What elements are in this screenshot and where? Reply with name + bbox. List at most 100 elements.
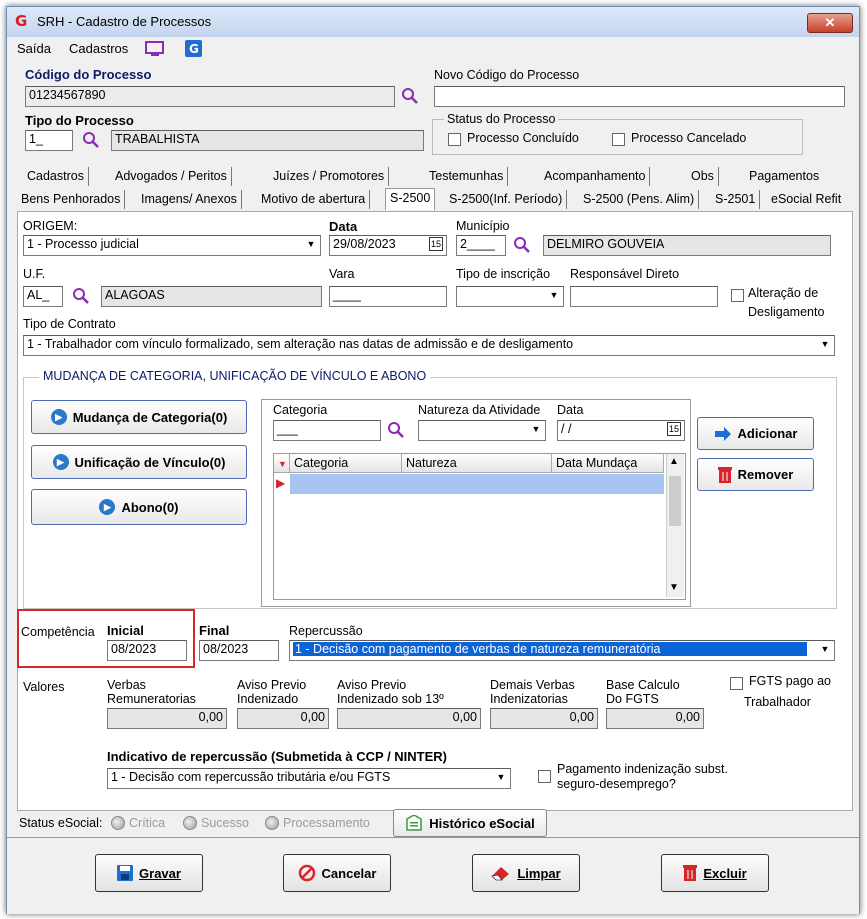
arrow-right-icon bbox=[714, 426, 731, 441]
tab-s2500-pens-alim[interactable]: S-2500 (Pens. Alim) bbox=[579, 190, 700, 209]
natureza-label: Natureza da Atividade bbox=[418, 403, 541, 417]
chevron-down-icon: ▼ bbox=[496, 772, 506, 782]
limpar-button[interactable]: Limpar bbox=[472, 854, 580, 892]
tab-acompanhamento[interactable]: Acompanhamento bbox=[540, 167, 651, 186]
data-field[interactable]: 29/08/2023 15 bbox=[329, 235, 447, 256]
tab-cadastros[interactable]: Cadastros bbox=[23, 167, 89, 186]
uf-desc-field: ALAGOAS bbox=[101, 286, 322, 307]
unificacao-vinculo-button[interactable]: ▶ Unificação de Vínculo(0) bbox=[31, 445, 247, 479]
tab-row-2: Bens Penhorados Imagens/ Anexos Motivo d… bbox=[17, 188, 853, 210]
codigo-field[interactable]: 01234567890 bbox=[25, 86, 395, 107]
indicativo-select[interactable]: 1 - Decisão com repercussão tributária e… bbox=[107, 768, 511, 789]
valores-label: Valores bbox=[23, 680, 65, 694]
tab-bens-penhorados[interactable]: Bens Penhorados bbox=[17, 190, 126, 209]
close-button[interactable]: ✕ bbox=[807, 13, 853, 33]
search-icon[interactable] bbox=[387, 421, 405, 439]
remover-button[interactable]: Remover bbox=[697, 458, 814, 491]
pagamento-label-2: seguro-desemprego? bbox=[557, 777, 676, 791]
tab-testemunhas[interactable]: Testemunhas bbox=[425, 167, 509, 186]
menu-cadastros[interactable]: Cadastros bbox=[69, 41, 128, 56]
menu-saida[interactable]: Saída bbox=[17, 41, 51, 56]
tab-s2501[interactable]: S-2501 bbox=[711, 190, 761, 209]
search-icon[interactable] bbox=[513, 236, 531, 254]
grid-scrollbar[interactable]: ▲ ▼ bbox=[666, 454, 684, 597]
aviso13-field[interactable]: 0,00 bbox=[337, 708, 481, 729]
abono-label: Abono(0) bbox=[121, 499, 179, 515]
base-field[interactable]: 0,00 bbox=[606, 708, 704, 729]
tab-juizes[interactable]: Juízes / Promotores bbox=[269, 167, 390, 186]
tab-imagens-anexos[interactable]: Imagens/ Anexos bbox=[137, 190, 242, 209]
tab-motivo-abertura[interactable]: Motivo de abertura bbox=[257, 190, 371, 209]
tab-pagamentos[interactable]: Pagamentos bbox=[745, 167, 823, 186]
mudanca-grid[interactable]: ▼ Categoria Natureza Data Mundaça ▶ ▲ ▼ bbox=[273, 453, 686, 600]
mudanca-data-value: / / bbox=[561, 422, 572, 436]
final-field[interactable]: 08/2023 bbox=[199, 640, 279, 661]
search-icon[interactable] bbox=[72, 287, 90, 305]
demais-field[interactable]: 0,00 bbox=[490, 708, 598, 729]
limpar-label: Limpar bbox=[517, 865, 561, 881]
trash-icon bbox=[717, 466, 732, 483]
search-icon[interactable] bbox=[82, 131, 100, 149]
processamento-radio[interactable] bbox=[265, 816, 279, 830]
tab-s2500[interactable]: S-2500 bbox=[385, 188, 436, 210]
mudanca-categoria-button[interactable]: ▶ Mudança de Categoria(0) bbox=[31, 400, 247, 434]
novo-codigo-field[interactable] bbox=[434, 86, 845, 107]
eraser-icon bbox=[491, 867, 510, 881]
tipo-inscricao-select[interactable]: ▼ bbox=[456, 286, 564, 307]
grid-col-categoria[interactable]: Categoria bbox=[290, 454, 402, 472]
natureza-select[interactable]: ▼ bbox=[418, 420, 546, 441]
tab-advogados[interactable]: Advogados / Peritos bbox=[111, 167, 232, 186]
table-row[interactable] bbox=[290, 474, 664, 494]
monitor-icon[interactable] bbox=[145, 41, 165, 57]
verbas-field[interactable]: 0,00 bbox=[107, 708, 227, 729]
grid-col-natureza[interactable]: Natureza bbox=[402, 454, 552, 472]
cancelado-checkbox[interactable] bbox=[612, 133, 625, 146]
vara-field[interactable]: ____ bbox=[329, 286, 447, 307]
concluido-checkbox[interactable] bbox=[448, 133, 461, 146]
tipo-code-field[interactable]: 1_ bbox=[25, 130, 73, 151]
fgts-label-2: Trabalhador bbox=[744, 695, 811, 709]
tab-esocial-refit[interactable]: eSocial Refit bbox=[767, 190, 845, 209]
mudanca-data-field[interactable]: / / 15 bbox=[557, 420, 685, 441]
search-icon[interactable] bbox=[401, 87, 419, 105]
categoria-label: Categoria bbox=[273, 403, 328, 417]
cancelar-button[interactable]: Cancelar bbox=[283, 854, 391, 892]
app-logo-icon: G bbox=[15, 12, 28, 30]
calendar-icon[interactable]: 15 bbox=[428, 237, 443, 251]
abono-button[interactable]: ▶ Abono(0) bbox=[31, 489, 247, 525]
chevron-down-icon: ▼ bbox=[306, 239, 316, 249]
tipo-contrato-select[interactable]: 1 - Trabalhador com vínculo formalizado,… bbox=[23, 335, 835, 356]
chevron-up-icon[interactable]: ▲ bbox=[669, 456, 679, 467]
origem-select[interactable]: 1 - Processo judicial ▼ bbox=[23, 235, 321, 256]
inicial-field[interactable]: 08/2023 bbox=[107, 640, 187, 661]
aviso-field[interactable]: 0,00 bbox=[237, 708, 329, 729]
aviso-label-1: Aviso Previo bbox=[237, 678, 307, 692]
aviso-label-2: Indenizado bbox=[237, 692, 299, 706]
app-g-icon[interactable]: G bbox=[185, 40, 202, 57]
fgts-checkbox[interactable] bbox=[730, 677, 743, 690]
inicial-label: Inicial bbox=[107, 623, 144, 638]
grid-col-data[interactable]: Data Mundaça bbox=[552, 454, 664, 472]
responsavel-field[interactable] bbox=[570, 286, 718, 307]
categoria-field[interactable]: ___ bbox=[273, 420, 381, 441]
tipo-contrato-value: 1 - Trabalhador com vínculo formalizado,… bbox=[27, 337, 574, 351]
sucesso-radio[interactable] bbox=[183, 816, 197, 830]
adicionar-button[interactable]: Adicionar bbox=[697, 417, 814, 450]
municipio-code-field[interactable]: 2____ bbox=[456, 235, 506, 256]
chevron-down-icon[interactable]: ▼ bbox=[669, 582, 679, 593]
excluir-button[interactable]: Excluir bbox=[661, 854, 769, 892]
uf-code-field[interactable]: AL_ bbox=[23, 286, 63, 307]
tab-obs[interactable]: Obs bbox=[687, 167, 719, 186]
scroll-thumb[interactable] bbox=[669, 476, 681, 526]
historico-esocial-button[interactable]: Histórico eSocial bbox=[393, 809, 547, 837]
alteracao-checkbox[interactable] bbox=[731, 289, 744, 302]
calendar-icon[interactable]: 15 bbox=[666, 422, 681, 436]
concluido-label: Processo Concluído bbox=[467, 131, 579, 145]
tab-s2500-inf-periodo[interactable]: S-2500(Inf. Período) bbox=[445, 190, 568, 209]
gravar-label: Gravar bbox=[139, 865, 181, 881]
critica-radio[interactable] bbox=[111, 816, 125, 830]
mudanca-data-label: Data bbox=[557, 403, 584, 417]
repercussao-select[interactable]: 1 - Decisão com pagamento de verbas de n… bbox=[289, 640, 835, 661]
pagamento-checkbox[interactable] bbox=[538, 770, 551, 783]
gravar-button[interactable]: Gravar bbox=[95, 854, 203, 892]
